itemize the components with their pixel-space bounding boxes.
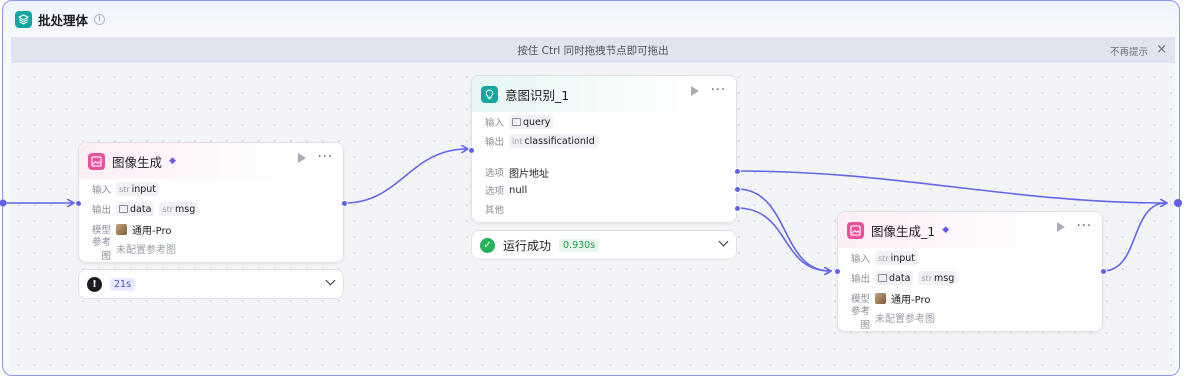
node-header[interactable]: 意图识别_1 ··· [472, 76, 736, 112]
other-port[interactable] [734, 205, 741, 212]
more-icon[interactable]: ··· [711, 84, 726, 97]
status-bar-intent[interactable]: ✓ 运行成功 0.930s [471, 230, 737, 260]
diamond-icon: ◆ [942, 224, 950, 235]
option-row-1: 选项 图片地址 [484, 168, 549, 180]
reference-row: 参考图 未配置参考图 [850, 306, 935, 331]
diamond-icon: ◆ [169, 155, 176, 166]
image-type-icon [119, 205, 128, 213]
hint-bar: 按住 Ctrl 同时拖拽节点即可拖出 不再提示 × [11, 37, 1175, 63]
other-row: 其他 [484, 205, 504, 216]
hint-dismiss-link[interactable]: 不再提示 [1110, 44, 1148, 58]
play-button[interactable] [690, 86, 699, 96]
input-tag: str input [875, 251, 919, 265]
more-icon[interactable]: ··· [1077, 220, 1092, 233]
check-circle-icon: ✓ [480, 237, 495, 253]
node-title: 图像生成 [112, 154, 163, 170]
model-avatar [116, 223, 127, 235]
image-icon [88, 152, 105, 170]
info-icon[interactable]: i [94, 13, 106, 25]
node-header[interactable]: 图像生成 ◆ ··· [79, 143, 343, 179]
node-title: 意图识别_1 [505, 87, 570, 103]
image-icon [847, 221, 864, 239]
time-badge: 0.930s [559, 238, 600, 252]
play-button[interactable] [297, 153, 306, 163]
model-avatar [875, 292, 886, 304]
chevron-down-icon[interactable] [325, 275, 336, 286]
output-tag: int classificationId [509, 134, 598, 148]
close-icon[interactable]: × [1156, 42, 1167, 57]
input-port[interactable] [75, 200, 82, 207]
bulb-icon [481, 85, 498, 103]
output-row: 输出 int classificationId [480, 133, 598, 149]
input-row: 输入 query [480, 114, 554, 130]
output-port[interactable] [1100, 268, 1107, 275]
output-tag-data: data [116, 202, 155, 216]
node-header[interactable]: 图像生成_1 ◆ ··· [838, 212, 1102, 248]
image-type-icon [512, 118, 521, 126]
chevron-down-icon[interactable] [718, 236, 729, 247]
output-tag-msg: str msg [918, 271, 958, 285]
node-intent[interactable]: 意图识别_1 ··· 输入 query 输出 int classification… [468, 75, 741, 223]
option-row-2: 选项 null [484, 184, 528, 198]
node-image-gen-1[interactable]: 图像生成_1 ◆ ··· 输入 str input 输出 data str msg … [834, 211, 1107, 332]
play-button[interactable] [1056, 222, 1065, 232]
output-tag-data: data [875, 271, 914, 285]
time-badge: 21s [110, 277, 136, 291]
container-header: 批处理体 i [15, 10, 106, 28]
option-port-1[interactable] [734, 168, 741, 175]
status-text: 运行成功 [503, 238, 552, 253]
input-row: 输入 str input [87, 181, 160, 197]
reference-row: 参考图 未配置参考图 [91, 237, 176, 262]
status-bar-image-gen[interactable]: ! 21s [78, 269, 344, 299]
output-port[interactable] [341, 200, 348, 207]
image-type-icon [878, 274, 887, 282]
input-port[interactable] [468, 147, 475, 154]
hint-text: 按住 Ctrl 同时拖拽节点即可拖出 [517, 44, 669, 57]
input-port[interactable] [834, 268, 841, 275]
exclamation-icon: ! [87, 276, 102, 292]
node-title: 图像生成_1 [871, 223, 936, 239]
input-tag: query [509, 115, 554, 129]
option-port-2[interactable] [734, 186, 741, 193]
output-row: 输出 data str msg [87, 201, 199, 217]
output-tag-msg: str msg [159, 202, 199, 216]
container-title: 批处理体 [38, 12, 89, 28]
input-tag: str input [116, 182, 160, 196]
layers-icon [15, 10, 32, 28]
node-image-gen[interactable]: 图像生成 ◆ ··· 输入 str input 输出 data str msg 模型… [75, 142, 348, 263]
more-icon[interactable]: ··· [318, 151, 333, 164]
input-row: 输入 str input [846, 250, 919, 266]
output-row: 输出 data str msg [846, 270, 958, 286]
